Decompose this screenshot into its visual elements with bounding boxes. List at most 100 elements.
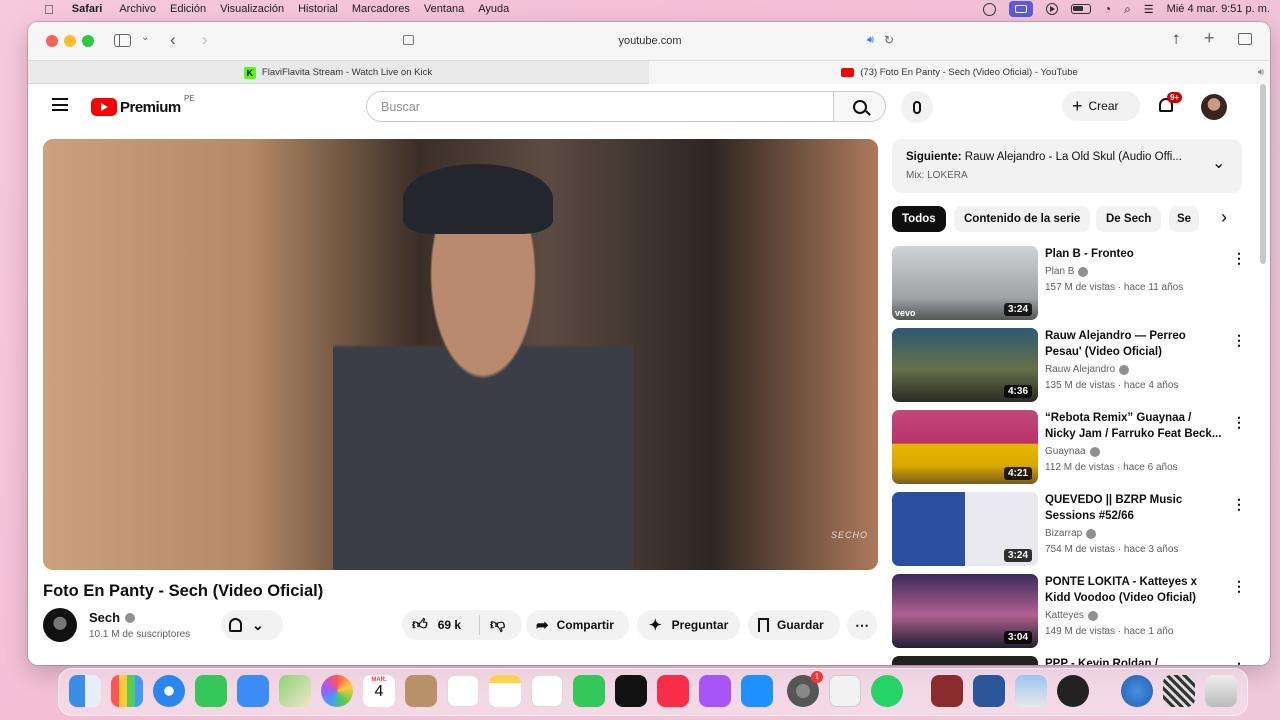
menu-edicion[interactable]: Edición: [170, 3, 206, 15]
new-tab-icon[interactable]: +: [1204, 28, 1215, 49]
menu-clock[interactable]: Mié 4 mar. 9:51 p. m.: [1167, 3, 1270, 15]
search-input[interactable]: Buscar: [366, 91, 834, 122]
channel-name-text[interactable]: Sech: [89, 610, 120, 625]
recommendation-card[interactable]: 3:24 QUEVEDO || BZRP Music Sessions #52/…: [892, 492, 1246, 568]
reminders-icon[interactable]: [447, 675, 479, 707]
up-next-panel[interactable]: Siguiente: Rauw Alejandro - La Old Skul …: [892, 139, 1242, 193]
subscribe-bell-button[interactable]: ⌄: [221, 610, 283, 640]
freeform-icon[interactable]: [531, 675, 563, 707]
save-button[interactable]: Guardar: [748, 610, 840, 640]
system-settings-icon[interactable]: 1: [787, 671, 823, 707]
recommendation-title[interactable]: QUEVEDO || BZRP Music Sessions #52/66: [1045, 492, 1225, 524]
tab-youtube[interactable]: (73) Foto En Panty - Sech (Video Oficial…: [649, 61, 1270, 84]
tab-kick[interactable]: K FlaviFlavita Stream - Watch Live on Ki…: [28, 61, 648, 84]
menu-ayuda[interactable]: Ayuda: [478, 3, 509, 15]
creative-cloud-icon[interactable]: [982, 2, 996, 16]
recommendation-title[interactable]: PONTE LOKITA - Katteyes x Kidd Voodoo (V…: [1045, 574, 1225, 606]
menu-marcadores[interactable]: Marcadores: [352, 3, 410, 15]
recommendation-channel[interactable]: Rauw Alejandro: [1045, 364, 1130, 375]
recommendation-card[interactable]: PPP - Kevin Roldan / ⋮: [892, 656, 1246, 665]
wifi-icon[interactable]: ◔: [1104, 2, 1111, 16]
create-button[interactable]: + Crear: [1062, 91, 1140, 121]
apple-icon[interactable]: : [44, 2, 54, 17]
notifications-button[interactable]: 9+: [1155, 92, 1185, 120]
chip-series-content[interactable]: Contenido de la serie: [954, 206, 1091, 232]
page-scrollbar[interactable]: [1260, 84, 1266, 264]
notes-icon[interactable]: [489, 675, 521, 707]
search-button[interactable]: [833, 91, 886, 122]
recommendation-channel[interactable]: Guaynaa: [1045, 446, 1100, 457]
thumbnail[interactable]: 4:36: [892, 328, 1038, 402]
apple-tv-icon[interactable]: [615, 675, 647, 707]
reload-icon[interactable]: ↻: [884, 33, 894, 47]
audio-playing-icon[interactable]: 🔊︎: [867, 34, 874, 47]
finder-icon[interactable]: [69, 675, 101, 707]
preview-icon[interactable]: [1015, 675, 1047, 707]
control-center-icon[interactable]: ☰: [1144, 3, 1154, 16]
tab-overview-icon[interactable]: [1238, 33, 1252, 45]
app-store-icon[interactable]: [741, 675, 773, 707]
tab-audio-icon[interactable]: 🔊︎: [1258, 67, 1264, 78]
podcasts-icon[interactable]: [699, 675, 731, 707]
mail-icon[interactable]: [237, 675, 269, 707]
obs-icon[interactable]: [1057, 675, 1089, 707]
more-vertical-icon[interactable]: ⋮: [1232, 414, 1246, 430]
word-icon[interactable]: [973, 675, 1005, 707]
channel-text[interactable]: Rauw Alejandro: [1045, 364, 1115, 375]
menu-historial[interactable]: Historial: [298, 3, 338, 15]
more-vertical-icon[interactable]: ⋮: [1232, 332, 1246, 348]
recommendation-card[interactable]: vevo 3:24 Plan B - Fronteo Plan B 157 M …: [892, 246, 1246, 322]
recommendation-channel[interactable]: Bizarrap: [1045, 528, 1097, 539]
youtube-logo[interactable]: Premium: [91, 98, 181, 116]
recommendation-title[interactable]: Rauw Alejandro — Perreo Pesau' (Video Of…: [1045, 328, 1225, 360]
recommendation-card[interactable]: 4:36 Rauw Alejandro — Perreo Pesau' (Vid…: [892, 328, 1246, 404]
chip-todos[interactable]: Todos: [892, 206, 946, 232]
back-icon[interactable]: ‹: [170, 30, 176, 50]
dictionary-icon[interactable]: [931, 675, 963, 707]
zoom-window-button[interactable]: [82, 35, 94, 47]
qr-code-icon[interactable]: [1163, 675, 1195, 707]
menu-app-name[interactable]: Safari: [72, 3, 103, 15]
thumbnail[interactable]: [892, 656, 1038, 665]
ask-button[interactable]: ✦ Preguntar: [637, 610, 740, 640]
spotlight-search-icon[interactable]: ⌕: [1124, 2, 1131, 17]
calendar-icon[interactable]: MAR. 4: [363, 675, 395, 707]
sidebar-toggle-icon[interactable]: [114, 34, 131, 47]
recommendation-card[interactable]: 3:04 PONTE LOKITA - Katteyes x Kidd Vood…: [892, 574, 1246, 650]
battery-icon[interactable]: [1070, 4, 1091, 14]
recommendation-title[interactable]: Plan B - Fronteo: [1045, 246, 1225, 262]
messages-icon[interactable]: [195, 675, 227, 707]
more-vertical-icon[interactable]: ⋮: [1232, 660, 1246, 665]
avatar[interactable]: [1201, 94, 1227, 120]
contacts-icon[interactable]: [405, 675, 437, 707]
downloads-folder-icon[interactable]: [1121, 675, 1153, 707]
chevron-down-icon[interactable]: ⌄: [1212, 153, 1225, 173]
voice-search-button[interactable]: [901, 91, 933, 123]
forward-icon[interactable]: ›: [202, 30, 208, 50]
thumbnail[interactable]: 3:04: [892, 574, 1038, 648]
photos-icon[interactable]: [321, 675, 353, 707]
thumbnail[interactable]: 3:24: [892, 492, 1038, 566]
video-player[interactable]: SECHO: [43, 139, 878, 570]
menu-visualizacion[interactable]: Visualización: [220, 3, 284, 15]
recommendation-title[interactable]: “Rebota Remix” Guaynaa / Nicky Jam / Far…: [1045, 410, 1225, 442]
more-actions-button[interactable]: ⋯: [847, 610, 877, 640]
address-bar[interactable]: youtube.com 🔊︎ ↻: [400, 29, 900, 53]
like-button[interactable]: 👍︎ 69 k: [402, 615, 480, 635]
dislike-button[interactable]: 👎︎: [480, 616, 505, 634]
more-vertical-icon[interactable]: ⋮: [1232, 250, 1246, 266]
play-icon[interactable]: [1045, 3, 1058, 15]
channel-text[interactable]: Bizarrap: [1045, 528, 1082, 539]
channel-avatar[interactable]: [43, 608, 77, 642]
url-text[interactable]: youtube.com: [619, 35, 682, 47]
page-settings-icon[interactable]: [403, 35, 414, 45]
recommendation-channel[interactable]: Katteyes: [1045, 610, 1098, 621]
recommendation-title[interactable]: PPP - Kevin Roldan /: [1045, 656, 1225, 665]
chip-more[interactable]: Se: [1169, 206, 1199, 232]
menu-ventana[interactable]: Ventana: [424, 3, 464, 15]
screen-mirroring-icon[interactable]: [1008, 1, 1033, 17]
menu-hamburger-icon[interactable]: [52, 98, 68, 111]
thumbnail[interactable]: 4:21: [892, 410, 1038, 484]
maps-icon[interactable]: [279, 675, 311, 707]
recommendation-channel[interactable]: Plan B: [1045, 266, 1089, 277]
